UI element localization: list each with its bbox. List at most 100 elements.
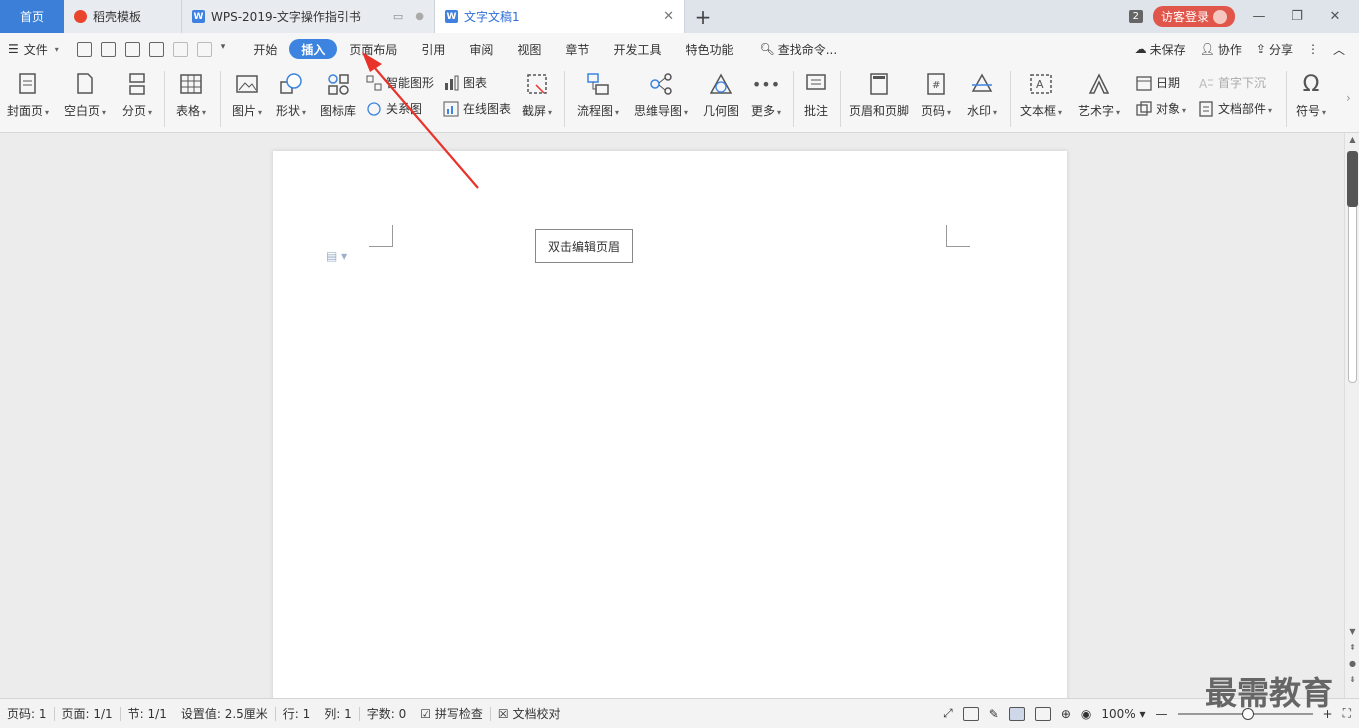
collab-button[interactable]: 👤︎ 协作 (1200, 41, 1242, 58)
next-page-icon[interactable]: ⇟ (1345, 675, 1359, 684)
wordart-icon (1087, 72, 1111, 96)
chart-button[interactable]: 图表 (443, 74, 487, 91)
ribbon-scroll-right[interactable]: › (1346, 91, 1351, 105)
document-page[interactable]: 双击编辑页眉 ▤ ▾ (273, 151, 1067, 711)
more-label: 更多 (750, 104, 775, 118)
save-icon[interactable] (76, 41, 92, 57)
textbox-button[interactable]: A 文本框 ▾ (1016, 71, 1066, 119)
mindmap-button[interactable]: 思维导图 ▾ (630, 71, 692, 119)
prev-page-icon[interactable]: ⇞ (1345, 643, 1359, 652)
read-mode-icon[interactable] (962, 706, 979, 721)
fullscreen-icon[interactable]: ⤢ (943, 706, 953, 721)
browse-object-icon[interactable]: ● (1345, 659, 1359, 668)
blank-page-button[interactable]: 空白页 ▾ (60, 71, 110, 119)
visitor-login-button[interactable]: 访客登录 (1152, 6, 1235, 27)
flowchart-button[interactable]: 流程图 ▾ (572, 71, 624, 119)
icon-library-button[interactable]: 图标库 (318, 71, 358, 119)
close-tab-icon[interactable]: ✕ (663, 9, 674, 24)
tab-developer[interactable]: 开发工具 (601, 39, 673, 59)
redo-icon[interactable] (196, 41, 212, 57)
tab-special[interactable]: 特色功能 (673, 39, 745, 59)
page-view-icon[interactable] (1008, 706, 1025, 721)
print-icon[interactable] (124, 41, 140, 57)
paragraph-layout-icon[interactable]: ▤ ▾ (326, 249, 347, 263)
watermark-button[interactable]: 水印 ▾ (962, 71, 1002, 119)
minimize-icon[interactable]: — (1245, 9, 1273, 24)
object-button[interactable]: 对象 ▾ (1136, 100, 1186, 117)
status-setting[interactable]: 设置值: 2.5厘米 (174, 705, 275, 722)
comment-button[interactable]: 批注 (800, 71, 832, 119)
more-options-icon[interactable]: ⋮ (1307, 42, 1319, 56)
zoom-out-icon[interactable]: — (1156, 707, 1168, 721)
file-menu[interactable]: ☰ 文件 ▾ (0, 41, 67, 58)
more-button[interactable]: ••• 更多 ▾ (746, 71, 786, 119)
eye-protection-icon[interactable]: ◉ (1081, 707, 1091, 721)
proofread-button[interactable]: ☒ 文档校对 (491, 705, 568, 722)
format-painter-icon[interactable] (100, 41, 116, 57)
collapse-ribbon-icon[interactable]: ︿ (1333, 41, 1345, 58)
close-window-icon[interactable]: ✕ (1321, 9, 1349, 24)
tab-review[interactable]: 审阅 (457, 39, 505, 59)
status-col[interactable]: 列: 1 (317, 705, 359, 722)
window-count-badge[interactable]: 2 (1128, 10, 1143, 23)
relation-chart-icon (366, 101, 382, 117)
vertical-scrollbar[interactable]: ▲ ▼ ⇞ ● ⇟ (1344, 133, 1359, 698)
drop-cap-button[interactable]: A 首字下沉 (1198, 74, 1266, 91)
shape-button[interactable]: 形状 ▾ (272, 71, 310, 119)
tab-docer-templates[interactable]: 稻壳模板 (64, 0, 182, 33)
web-view-icon[interactable]: ⊕ (1061, 707, 1071, 721)
edit-header-hint[interactable]: 双击编辑页眉 (535, 229, 633, 263)
smart-art-button[interactable]: 智能图形 (366, 74, 434, 91)
relation-chart-button[interactable]: 关系图 (366, 100, 422, 117)
page-break-button[interactable]: 分页 ▾ (118, 71, 156, 119)
write-mode-icon[interactable]: ✎ (989, 707, 999, 721)
scroll-grip[interactable] (1347, 151, 1358, 207)
status-word-count[interactable]: 字数: 0 (360, 705, 414, 722)
customize-toolbar-icon[interactable]: ▾ (221, 42, 226, 57)
scroll-down-icon[interactable]: ▼ (1345, 627, 1359, 636)
search-command[interactable]: 🔍︎ 查找命令... (745, 41, 837, 58)
tab-wps-guide[interactable]: W WPS-2019-文字操作指引书 ▭ ● (182, 0, 435, 33)
tab-page-layout[interactable]: 页面布局 (337, 39, 409, 59)
geometry-button[interactable]: 几何图 (700, 71, 742, 119)
more-icon: ••• (751, 74, 781, 94)
new-tab-button[interactable]: + (685, 0, 721, 33)
screenshot-button[interactable]: 截屏 ▾ (518, 71, 556, 119)
symbol-button[interactable]: Ω 符号 ▾ (1292, 71, 1330, 119)
tab-insert[interactable]: 插入 (289, 39, 338, 59)
monitor-icon[interactable]: ▭ (393, 10, 403, 23)
fit-window-icon[interactable]: ⛶ (1343, 706, 1351, 721)
online-chart-button[interactable]: 在线图表 (443, 100, 511, 117)
tab-view[interactable]: 视图 (505, 39, 553, 59)
header-footer-button[interactable]: 页眉和页脚 (846, 71, 912, 119)
tab-home[interactable]: 首页 (0, 0, 64, 33)
status-pages[interactable]: 页面: 1/1 (55, 705, 120, 722)
date-button[interactable]: 日期 (1136, 74, 1180, 91)
zoom-level[interactable]: 100% ▾ (1101, 707, 1145, 721)
picture-icon (235, 72, 259, 96)
tab-references[interactable]: 引用 (409, 39, 457, 59)
scroll-up-icon[interactable]: ▲ (1345, 135, 1359, 144)
table-button[interactable]: 表格 ▾ (172, 71, 210, 119)
outline-view-icon[interactable] (1034, 706, 1051, 721)
status-page-number[interactable]: 页码: 1 (0, 705, 54, 722)
picture-button[interactable]: 图片 ▾ (228, 71, 266, 119)
wordart-button[interactable]: 艺术字 ▾ (1074, 71, 1124, 119)
unsaved-status[interactable]: ☁ 未保存 (1135, 41, 1186, 58)
restore-icon[interactable]: ❐ (1283, 9, 1311, 24)
tab-document-1[interactable]: W 文字文稿1 ✕ (435, 0, 685, 33)
undo-icon[interactable] (172, 41, 188, 57)
spell-check-button[interactable]: ☑ 拼写检查 (413, 705, 490, 722)
page-break-icon (125, 72, 149, 96)
status-row[interactable]: 行: 1 (276, 705, 318, 722)
cover-page-button[interactable]: 封面页 ▾ (4, 71, 52, 119)
print-preview-icon[interactable] (148, 41, 164, 57)
share-button[interactable]: ⇪ 分享 (1256, 41, 1293, 58)
blank-page-label: 空白页 (63, 104, 100, 118)
doc-parts-button[interactable]: 文档部件 ▾ (1198, 100, 1272, 117)
tab-start[interactable]: 开始 (241, 39, 289, 59)
status-section[interactable]: 节: 1/1 (121, 705, 174, 722)
tab-section[interactable]: 章节 (553, 39, 601, 59)
flowchart-label: 流程图 (576, 104, 613, 118)
page-number-button[interactable]: # 页码 ▾ (916, 71, 956, 119)
